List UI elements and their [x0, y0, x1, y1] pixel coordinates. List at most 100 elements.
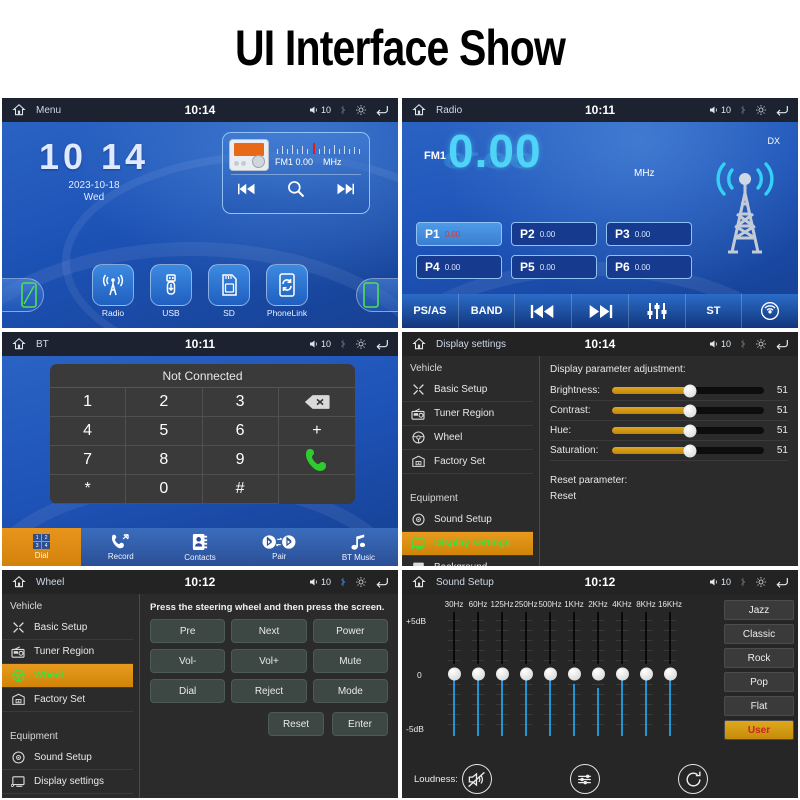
- volume-indicator[interactable]: 10: [308, 576, 331, 588]
- slider-track[interactable]: [612, 404, 764, 417]
- brightness-icon[interactable]: [755, 338, 767, 350]
- bluetooth-icon[interactable]: [338, 338, 348, 350]
- wheel-button-dial[interactable]: Dial: [150, 679, 226, 703]
- sidebar-item-basic-setup[interactable]: Basic Setup: [2, 616, 133, 640]
- home-icon[interactable]: [402, 337, 436, 351]
- key-2[interactable]: 2: [126, 388, 203, 417]
- eq-slider-30hz[interactable]: [442, 612, 466, 736]
- home-icon[interactable]: [402, 103, 436, 117]
- eq-preset-classic[interactable]: Classic: [724, 624, 794, 644]
- eq-preset-flat[interactable]: Flat: [724, 696, 794, 716]
- wheel-button-mode[interactable]: Mode: [312, 679, 388, 703]
- st-button[interactable]: ST: [686, 294, 743, 328]
- wheel-button-vol-up[interactable]: Vol+: [231, 649, 307, 673]
- sidebar-item-tuner-region[interactable]: Tuner Region: [2, 640, 133, 664]
- key-5[interactable]: 5: [126, 417, 203, 446]
- brightness-icon[interactable]: [755, 576, 767, 588]
- home-icon[interactable]: [2, 103, 36, 117]
- key-plus[interactable]: +: [278, 417, 355, 446]
- next-track-icon[interactable]: [336, 183, 354, 195]
- wheel-reset-button[interactable]: Reset: [268, 712, 324, 736]
- sidebar-item-factory-set[interactable]: Factory Set: [2, 688, 133, 712]
- bluetooth-icon[interactable]: [738, 104, 748, 116]
- key-1[interactable]: 1: [50, 388, 127, 417]
- eq-preset-user[interactable]: User: [724, 720, 794, 740]
- tab-contacts[interactable]: Contacts: [160, 528, 239, 566]
- slider-track[interactable]: [612, 444, 764, 457]
- tab-bt-music[interactable]: BT Music: [319, 528, 398, 566]
- eq-slider-4khz[interactable]: [610, 612, 634, 736]
- app-usb[interactable]: USB: [149, 264, 193, 318]
- eq-slider-8khz[interactable]: [634, 612, 658, 736]
- ps-as-button[interactable]: PS/AS: [402, 294, 459, 328]
- volume-indicator[interactable]: 10: [708, 338, 731, 350]
- sidebar-item-sound-setup[interactable]: Sound Setup: [402, 508, 533, 532]
- sound-level-icon[interactable]: [569, 764, 600, 794]
- sidebar-item-basic-setup[interactable]: Basic Setup: [402, 378, 533, 402]
- home-icon[interactable]: [2, 337, 36, 351]
- back-arrow-icon[interactable]: [774, 338, 790, 350]
- key-7[interactable]: 7: [50, 446, 127, 475]
- frequency-scale[interactable]: [275, 143, 363, 154]
- eq-preset-rock[interactable]: Rock: [724, 648, 794, 668]
- home-icon[interactable]: [2, 575, 36, 589]
- app-phonelink[interactable]: PhoneLink: [265, 264, 309, 318]
- sidebar-item-display-settings[interactable]: Display settings: [402, 532, 533, 556]
- bluetooth-icon[interactable]: [738, 338, 748, 350]
- wheel-button-reject[interactable]: Reject: [231, 679, 307, 703]
- sidebar-item-wheel[interactable]: Wheel: [2, 664, 133, 688]
- preset-button[interactable]: P1 0.00: [416, 222, 502, 246]
- wheel-enter-button[interactable]: Enter: [332, 712, 388, 736]
- slider-track[interactable]: [612, 384, 764, 397]
- sidebar-item-display-settings[interactable]: Display settings: [2, 770, 133, 794]
- back-arrow-icon[interactable]: [374, 104, 390, 116]
- app-radio[interactable]: Radio: [91, 264, 135, 318]
- brightness-icon[interactable]: [355, 104, 367, 116]
- back-arrow-icon[interactable]: [374, 576, 390, 588]
- wheel-button-pre[interactable]: Pre: [150, 619, 226, 643]
- bluetooth-icon[interactable]: [338, 576, 348, 588]
- bluetooth-icon[interactable]: [738, 576, 748, 588]
- tab-dial[interactable]: 1234 Dial: [2, 528, 82, 566]
- home-icon[interactable]: [402, 575, 436, 589]
- app-sd[interactable]: SD: [207, 264, 251, 318]
- slider-brightness[interactable]: Brightness: 51: [550, 381, 788, 401]
- previous-track-icon[interactable]: [515, 294, 573, 328]
- preset-button[interactable]: P3 0.00: [606, 222, 692, 246]
- sidebar-item-background[interactable]: Background: [402, 556, 533, 566]
- speaker-mute-icon[interactable]: [461, 764, 492, 794]
- sidebar-item-factory-set[interactable]: Factory Set: [402, 450, 533, 474]
- slider-track[interactable]: [612, 424, 764, 437]
- wheel-button-power[interactable]: Power: [312, 619, 388, 643]
- brightness-icon[interactable]: [755, 104, 767, 116]
- eq-slider-2khz[interactable]: [586, 612, 610, 736]
- eq-slider-1khz[interactable]: [562, 612, 586, 736]
- search-icon[interactable]: [286, 179, 306, 199]
- volume-indicator[interactable]: 10: [708, 576, 731, 588]
- tab-record[interactable]: Record: [81, 528, 160, 566]
- tab-pair[interactable]: Pair: [240, 528, 319, 566]
- preset-button[interactable]: P2 0.00: [511, 222, 597, 246]
- equalizer-icon[interactable]: [629, 294, 686, 328]
- backspace-icon[interactable]: [278, 388, 355, 417]
- key-0[interactable]: 0: [126, 475, 203, 504]
- eq-slider-250hz[interactable]: [514, 612, 538, 736]
- sidebar-item-sound-setup[interactable]: Sound Setup: [2, 746, 133, 770]
- volume-indicator[interactable]: 10: [708, 104, 731, 116]
- preset-button[interactable]: P5 0.00: [511, 255, 597, 279]
- wheel-button-next[interactable]: Next: [231, 619, 307, 643]
- key-6[interactable]: 6: [202, 417, 279, 446]
- sidebar-item-background[interactable]: Background: [2, 794, 133, 798]
- refresh-icon[interactable]: [678, 764, 708, 794]
- eq-slider-60hz[interactable]: [466, 612, 490, 736]
- back-arrow-icon[interactable]: [774, 576, 790, 588]
- volume-indicator[interactable]: 10: [308, 338, 331, 350]
- slider-contrast[interactable]: Contrast: 51: [550, 401, 788, 421]
- key-hash[interactable]: #: [202, 475, 279, 504]
- key-star[interactable]: *: [50, 475, 127, 504]
- eq-slider-16khz[interactable]: [658, 612, 682, 736]
- band-button[interactable]: BAND: [459, 294, 516, 328]
- volume-indicator[interactable]: 10: [308, 104, 331, 116]
- call-icon[interactable]: [278, 446, 355, 475]
- wheel-button-mute[interactable]: Mute: [312, 649, 388, 673]
